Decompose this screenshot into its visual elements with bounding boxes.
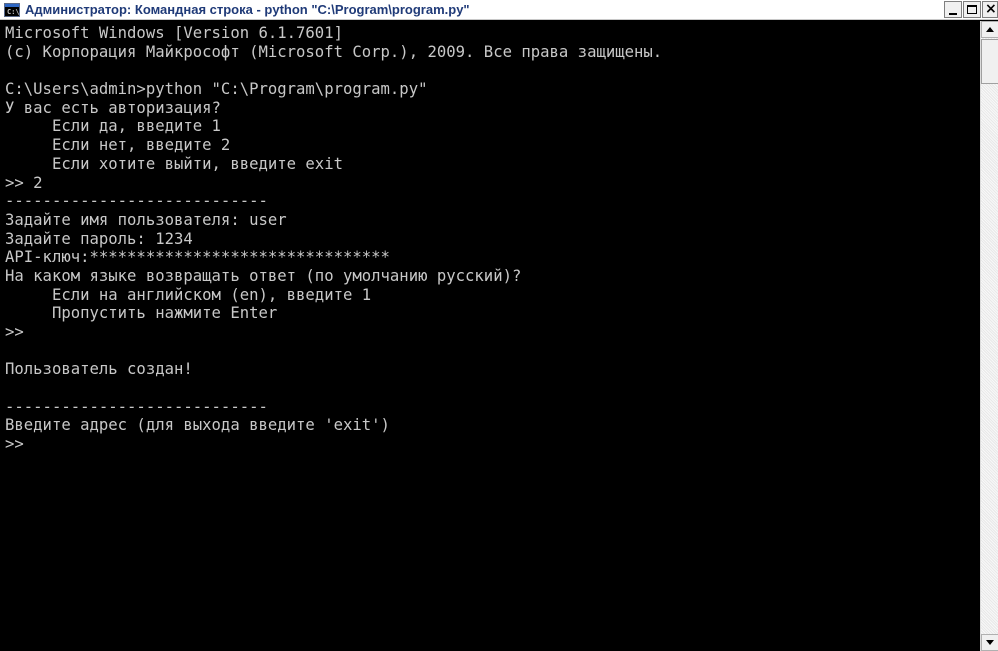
- console-line: C:\Users\admin>python "C:\Program\progra…: [5, 80, 428, 99]
- console-app-icon[interactable]: C:\: [4, 2, 20, 17]
- console-line: Задайте имя пользователя: user: [5, 210, 287, 229]
- console-line: Если нет, введите 2: [5, 136, 231, 155]
- console-line: Если хотите выйти, введите exit: [5, 154, 343, 173]
- minimize-button[interactable]: [944, 1, 962, 18]
- title-bar[interactable]: C:\ Администратор: Командная строка - py…: [0, 0, 998, 20]
- maximize-icon: [967, 5, 977, 14]
- vertical-scrollbar[interactable]: [980, 21, 998, 651]
- console-line: Введите адрес (для выхода введите 'exit'…: [5, 416, 390, 435]
- scroll-down-button[interactable]: [981, 634, 998, 651]
- console-line: Задайте пароль: 1234: [5, 229, 193, 248]
- scroll-up-button[interactable]: [981, 21, 998, 38]
- console-line: Если на английском (en), введите 1: [5, 285, 372, 304]
- console-line: У вас есть авторизация?: [5, 98, 221, 117]
- console-line: Microsoft Windows [Version 6.1.7601]: [5, 24, 343, 42]
- close-button[interactable]: ×: [982, 1, 998, 18]
- minimize-icon: [949, 13, 957, 15]
- console-line: Если да, введите 1: [5, 117, 221, 136]
- arrow-down-icon: [986, 640, 994, 645]
- window-controls: ×: [943, 1, 998, 18]
- console-line: На каком языке возвращать ответ (по умол…: [5, 266, 522, 285]
- maximize-button[interactable]: [963, 1, 981, 18]
- window-title: Администратор: Командная строка - python…: [25, 2, 470, 17]
- console-line: Пользователь создан!: [5, 360, 193, 379]
- console-line: >> 2: [5, 173, 43, 192]
- scroll-thumb[interactable]: [981, 39, 998, 84]
- console-line: API-ключ:*******************************…: [5, 248, 390, 267]
- close-icon: ×: [985, 1, 997, 17]
- console-line: (c) Корпорация Майкрософт (Microsoft Cor…: [5, 42, 663, 61]
- cmd-window: C:\ Администратор: Командная строка - py…: [0, 0, 998, 651]
- console-line: ----------------------------: [5, 192, 268, 211]
- console-line: Пропустить нажмите Enter: [5, 304, 278, 323]
- arrow-up-icon: [986, 27, 994, 32]
- console-line: >>: [5, 323, 24, 341]
- console-output[interactable]: Microsoft Windows [Version 6.1.7601] (c)…: [0, 21, 980, 651]
- console-prompt-line: >>: [5, 435, 24, 454]
- console-line: ----------------------------: [5, 397, 268, 416]
